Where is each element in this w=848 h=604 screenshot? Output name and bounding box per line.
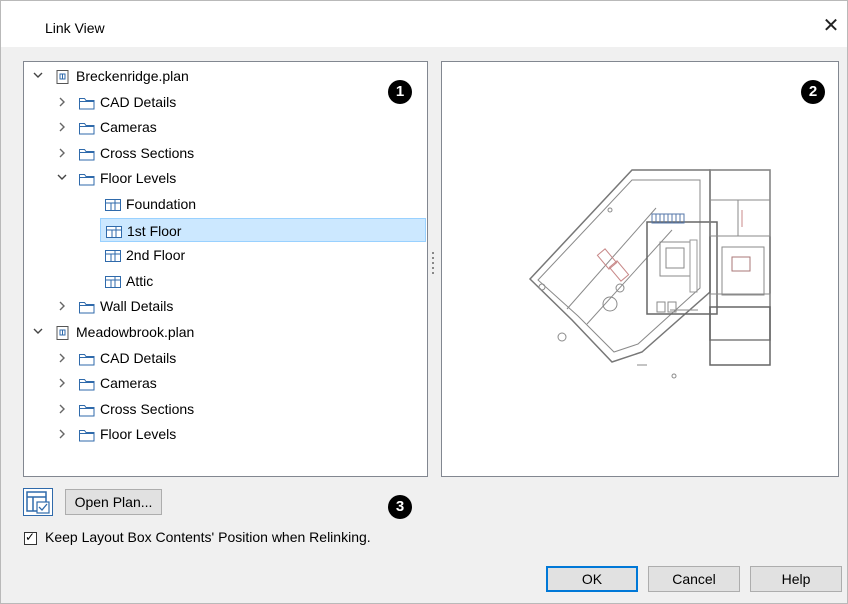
chevron-right-icon[interactable] [56, 422, 68, 454]
plan-preview [441, 61, 839, 477]
tree-item[interactable]: Wall Details [24, 294, 427, 318]
plan-file-icon [54, 324, 70, 348]
tree-item[interactable]: CAD Details [24, 346, 427, 370]
folder-icon [78, 426, 96, 450]
tree-item[interactable]: Cross Sections [24, 397, 427, 421]
cancel-button[interactable]: Cancel [648, 566, 740, 592]
dialog-title: Link View [45, 20, 105, 36]
tree-item-label: Foundation [126, 196, 197, 212]
folder-icon [78, 145, 96, 169]
tree-item-label: 2nd Floor [126, 247, 186, 264]
title-bar: Link View ✕ [1, 1, 847, 47]
folder-icon [78, 375, 96, 399]
ok-button[interactable]: OK [546, 566, 638, 592]
tree-item[interactable]: 1st Floor [100, 217, 426, 242]
panel-splitter-handle[interactable] [432, 249, 435, 299]
checkmark-icon: ✓ [25, 530, 36, 544]
callout-badge-1: 1 [388, 80, 412, 104]
folder-icon [78, 401, 96, 425]
tree-item[interactable]: CAD Details [24, 90, 427, 114]
tree-item-label: Floor Levels [100, 170, 177, 187]
tree-item[interactable]: Foundation [24, 192, 427, 216]
close-icon[interactable]: ✕ [819, 13, 843, 38]
tree-item[interactable]: 2nd Floor [24, 243, 427, 267]
tree-item-label: Cameras [100, 375, 157, 392]
tree-item-label: CAD Details [100, 93, 177, 110]
floor-level-icon [104, 247, 122, 271]
folder-icon [78, 94, 96, 118]
plan-file-icon [54, 68, 70, 92]
layout-view-toggle-button[interactable] [23, 488, 53, 516]
tree-item[interactable]: Meadowbrook.plan [24, 320, 427, 344]
tree-item-label: Cross Sections [100, 400, 195, 417]
folder-icon [78, 350, 96, 374]
callout-badge-3: 3 [388, 495, 412, 519]
keep-position-checkbox[interactable]: ✓ [24, 530, 37, 545]
tree-item[interactable]: Cameras [24, 371, 427, 395]
tree-item-label: Attic [126, 272, 154, 289]
tree-item-label: Breckenridge.plan [76, 68, 189, 84]
layout-view-icon [26, 491, 50, 514]
tree-item[interactable]: Breckenridge.plan [24, 64, 427, 88]
tree-item-label: CAD Details [100, 349, 177, 366]
floor-level-icon [104, 273, 122, 297]
tree-item-label: Cameras [100, 119, 157, 136]
floor-plan-preview-image [528, 169, 771, 379]
tree-item[interactable]: Cameras [24, 115, 427, 139]
plan-tree[interactable]: Breckenridge.plan CAD Details Cameras Cross… [23, 61, 428, 477]
folder-icon [78, 298, 96, 322]
open-plan-button[interactable]: Open Plan... [65, 489, 162, 515]
keep-position-label: Keep Layout Box Contents' Position when … [45, 529, 371, 545]
tree-item-label: 1st Floor [127, 222, 182, 239]
tree-item[interactable]: Floor Levels [24, 166, 427, 190]
help-button[interactable]: Help [750, 566, 842, 592]
tree-item-label: Wall Details [100, 298, 174, 315]
callout-badge-2: 2 [801, 80, 825, 104]
folder-icon [78, 170, 96, 194]
tree-item-label: Cross Sections [100, 144, 195, 161]
tree-item[interactable]: Cross Sections [24, 141, 427, 165]
tree-item[interactable]: Attic [24, 269, 427, 293]
folder-icon [78, 119, 96, 143]
floor-level-icon [104, 196, 122, 220]
link-view-dialog: Link View ✕ Breckenridge.plan CAD Details… [0, 0, 848, 604]
tree-item-label: Floor Levels [100, 426, 177, 443]
tree-item[interactable]: Floor Levels [24, 422, 427, 446]
tree-item-label: Meadowbrook.plan [76, 324, 195, 340]
